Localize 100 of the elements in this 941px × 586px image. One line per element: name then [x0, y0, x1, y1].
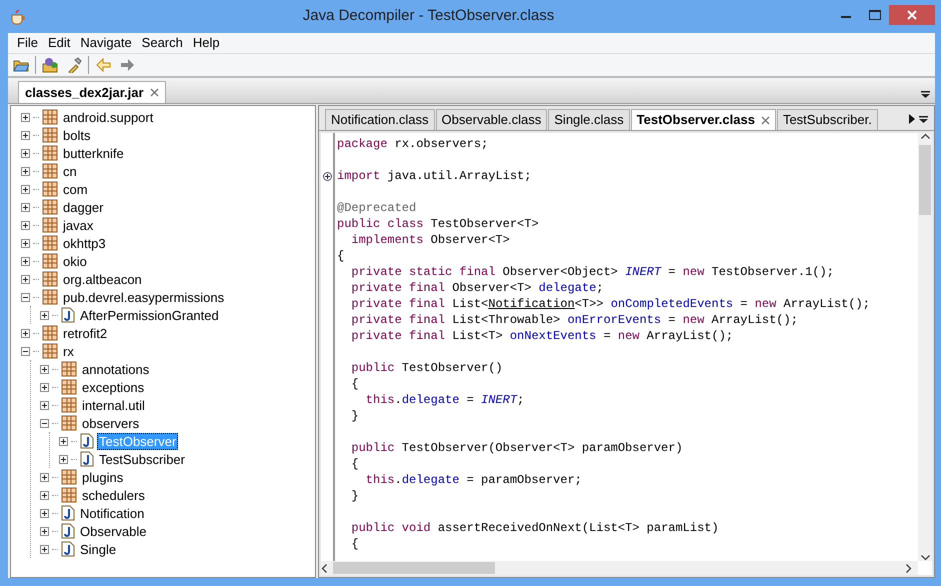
package-icon — [42, 289, 58, 305]
code-line: implements Observer<T> — [350, 232, 511, 248]
tree-item-label[interactable]: dagger — [61, 198, 106, 216]
package-icon — [42, 127, 58, 143]
code-line: public class TestObserver<T> — [337, 216, 540, 232]
expand-icon[interactable] — [21, 202, 30, 212]
collapse-icon[interactable] — [21, 346, 30, 356]
tree-item-label[interactable]: android.support — [61, 108, 156, 126]
collapse-icon[interactable] — [21, 292, 30, 302]
expand-icon[interactable] — [40, 382, 49, 392]
dropdown-icon[interactable] — [919, 116, 928, 122]
expand-icon[interactable] — [59, 436, 68, 446]
menu-item[interactable]: File — [12, 33, 43, 53]
expand-icon[interactable] — [40, 526, 49, 536]
maximize-icon[interactable] — [868, 10, 880, 20]
editor-tab[interactable]: Single.class — [548, 109, 630, 130]
collapse-icon[interactable] — [40, 418, 49, 428]
package-icon — [42, 181, 58, 197]
menu-item[interactable]: Navigate — [75, 33, 137, 53]
package-icon — [61, 397, 77, 413]
close-button[interactable] — [889, 5, 935, 25]
expand-icon[interactable] — [40, 472, 49, 482]
expand-icon[interactable] — [21, 112, 30, 122]
tree-item-label[interactable]: observers — [80, 414, 142, 432]
tree-item-label[interactable]: Single — [78, 540, 118, 558]
tree-item-label[interactable]: AfterPermissionGranted — [78, 306, 221, 324]
expand-icon[interactable] — [21, 238, 30, 248]
tree-item-label[interactable]: okio — [61, 252, 89, 270]
expand-icon[interactable] — [21, 166, 30, 176]
tree-item-label[interactable]: retrofit2 — [61, 324, 110, 342]
expand-icon[interactable] — [21, 328, 30, 338]
tree-item-label[interactable]: rx — [61, 342, 76, 360]
code-line: private final List<T> onNextEvents = new ArrayList(); — [350, 328, 734, 344]
code-line: public TestObserver() — [350, 360, 504, 376]
tree-item-label[interactable]: plugins — [80, 468, 126, 486]
class-file-icon — [80, 433, 94, 449]
expand-icon[interactable] — [21, 148, 30, 158]
tree-item-label[interactable]: javax — [61, 216, 96, 234]
expand-icon[interactable] — [40, 544, 49, 554]
class-file-icon — [61, 541, 75, 557]
tree-item-label[interactable]: com — [61, 180, 90, 198]
tree-item-label[interactable]: internal.util — [80, 396, 147, 414]
package-icon — [42, 163, 58, 179]
vertical-scrollbar[interactable] — [918, 133, 932, 561]
code-line: this.delegate = INERT; — [364, 392, 526, 408]
scroll-right-icon[interactable] — [906, 564, 912, 572]
tree-item-label[interactable]: exceptions — [80, 378, 146, 396]
scroll-left-icon[interactable] — [321, 564, 327, 572]
expand-icon[interactable] — [322, 172, 332, 180]
menu-item[interactable]: Search — [136, 33, 188, 53]
close-icon[interactable] — [760, 116, 770, 124]
tree-item-label[interactable]: okhttp3 — [61, 234, 108, 252]
scroll-thumb[interactable] — [919, 145, 931, 215]
folder-globe-button[interactable] — [40, 55, 60, 75]
code-line: this.delegate = paramObserver; — [364, 472, 583, 488]
code-line: private final List<Throwable> onErrorEvents = new ArrayList(); — [350, 312, 799, 328]
tree-item-label[interactable]: annotations — [80, 360, 152, 378]
scroll-up-icon[interactable] — [920, 133, 930, 139]
editor-tab[interactable]: Observable.class — [436, 109, 548, 130]
expand-icon[interactable] — [21, 220, 30, 230]
editor-tab[interactable]: TestSubscriber. — [776, 109, 878, 130]
horizontal-scrollbar[interactable] — [321, 561, 918, 575]
code-line: package rx.observers; — [337, 136, 490, 152]
code-line: public TestObserver(Observer<T> paramObserver) — [350, 440, 684, 456]
tab-label: classes_dex2jar.jar — [25, 84, 144, 102]
tree-item-label[interactable]: bolts — [61, 126, 92, 144]
expand-icon[interactable] — [21, 130, 30, 140]
dropdown-icon[interactable] — [921, 91, 930, 98]
package-icon — [42, 217, 58, 233]
expand-icon[interactable] — [21, 256, 30, 266]
tree-item-label[interactable]: org.altbeacon — [61, 270, 144, 288]
scroll-thumb[interactable] — [333, 562, 495, 574]
expand-icon[interactable] — [40, 490, 49, 500]
tab-label: Single.class — [554, 111, 624, 130]
file-tab[interactable]: classes_dex2jar.jar — [18, 81, 166, 103]
tree-item-label[interactable]: butterknife — [61, 144, 126, 162]
expand-icon[interactable] — [59, 454, 68, 464]
tree-item-label[interactable]: Observable — [78, 522, 148, 540]
expand-icon[interactable] — [40, 364, 49, 374]
close-icon — [907, 10, 917, 20]
expand-icon[interactable] — [21, 184, 30, 194]
expand-icon[interactable] — [40, 400, 49, 410]
tree-item-label[interactable]: cn — [61, 162, 79, 180]
tree-item-label[interactable]: Notification — [78, 504, 146, 522]
scroll-down-icon[interactable] — [920, 555, 930, 561]
editor-tab[interactable]: Notification.class — [325, 109, 435, 130]
scroll-right-icon[interactable] — [909, 114, 915, 124]
menu-item[interactable]: Help — [188, 33, 225, 53]
editor-tab[interactable]: TestObserver.class — [630, 109, 776, 130]
package-icon — [61, 361, 77, 377]
close-icon[interactable] — [150, 88, 159, 97]
package-icon — [61, 415, 77, 431]
tree-item-label[interactable]: TestSubscriber — [97, 450, 187, 468]
expand-icon[interactable] — [21, 274, 30, 284]
expand-icon[interactable] — [40, 310, 49, 320]
code-line: { — [350, 536, 360, 552]
menu-item[interactable]: Edit — [42, 33, 76, 53]
expand-icon[interactable] — [40, 508, 49, 518]
tree-item-label[interactable]: schedulers — [80, 486, 147, 504]
tree-item-label[interactable]: pub.devrel.easypermissions — [61, 288, 226, 306]
